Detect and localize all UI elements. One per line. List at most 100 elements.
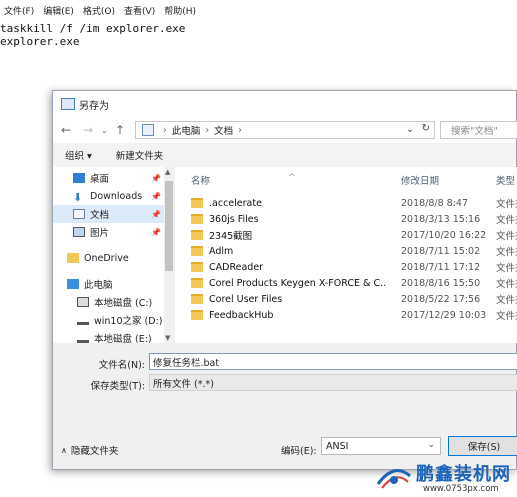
sidebar-item-downloads[interactable]: ⬇ Downloads bbox=[73, 187, 142, 205]
sidebar-item-pictures[interactable]: 图片 bbox=[73, 223, 109, 241]
sidebar-item-this-pc[interactable]: 此电脑 bbox=[67, 275, 113, 293]
file-type: 文件夹 bbox=[496, 215, 517, 226]
file-row[interactable]: .accelerate 2018/8/8 8:47 文件夹 bbox=[175, 195, 517, 211]
dialog-titlebar[interactable]: 另存为 bbox=[53, 91, 516, 117]
drive-icon bbox=[77, 297, 89, 307]
breadcrumb-this-pc[interactable]: 此电脑 bbox=[172, 123, 201, 137]
menu-help[interactable]: 帮助(H) bbox=[164, 4, 196, 17]
site-watermark: 鹏鑫装机网 www.0753px.com bbox=[368, 458, 517, 497]
save-button[interactable]: 保存(S) bbox=[448, 436, 517, 456]
filename-label: 文件名(N): bbox=[98, 360, 145, 371]
recent-locations-chevron-icon[interactable]: ⌄ bbox=[101, 126, 108, 135]
file-name: CADReader bbox=[209, 261, 264, 273]
menu-format[interactable]: 格式(O) bbox=[83, 4, 115, 17]
scrollbar-thumb[interactable] bbox=[165, 181, 173, 271]
file-type: 文件夹 bbox=[496, 231, 517, 242]
forward-arrow-icon[interactable]: → bbox=[83, 123, 93, 137]
encoding-label: 编码(E): bbox=[281, 446, 317, 457]
dialog-toolbar: 组织 ▾ 新建文件夹 bbox=[53, 143, 516, 168]
file-date: 2018/5/22 17:56 bbox=[401, 293, 481, 305]
computer-icon bbox=[67, 279, 79, 289]
file-date: 2017/12/29 10:03 bbox=[401, 309, 487, 321]
file-date: 2018/8/16 15:50 bbox=[401, 277, 481, 289]
sidebar-item-label: win10之家 (D:) bbox=[94, 316, 163, 327]
search-input[interactable]: 搜索"文档" bbox=[440, 121, 517, 139]
filetype-select[interactable]: 所有文件 (*.*) bbox=[149, 374, 517, 391]
pin-icon: 📌 bbox=[151, 210, 161, 219]
sidebar-item-label: 桌面 bbox=[90, 174, 110, 185]
sidebar-item-drive-d[interactable]: win10之家 (D:) bbox=[77, 311, 162, 329]
watermark-url: www.0753px.com bbox=[423, 484, 499, 494]
text-line: explorer.exe bbox=[0, 35, 80, 48]
folder-icon bbox=[191, 198, 203, 208]
pin-icon: 📌 bbox=[151, 228, 161, 237]
menu-file[interactable]: 文件(F) bbox=[4, 4, 34, 17]
encoding-select[interactable]: ANSI ⌄ bbox=[321, 437, 441, 455]
file-name: .accelerate bbox=[209, 197, 262, 209]
sort-ascending-icon: ^ bbox=[288, 173, 296, 183]
folder-icon bbox=[191, 214, 203, 224]
file-type: 文件夹 bbox=[496, 263, 517, 274]
chevron-right-icon: › bbox=[238, 124, 242, 136]
chevron-down-icon[interactable]: ⌄ bbox=[406, 124, 414, 135]
drive-icon bbox=[77, 315, 89, 325]
navigation-pane-scrollbar[interactable]: ▲ ▼ bbox=[164, 167, 174, 343]
refresh-icon[interactable]: ↻ bbox=[422, 123, 430, 134]
menu-edit[interactable]: 编辑(E) bbox=[43, 4, 74, 17]
folder-icon bbox=[191, 262, 203, 272]
file-row[interactable]: CADReader 2018/7/11 17:12 文件夹 bbox=[175, 259, 517, 275]
file-type: 文件夹 bbox=[496, 247, 517, 258]
notepad-menubar: 文件(F) 编辑(E) 格式(O) 查看(V) 帮助(H) bbox=[0, 0, 517, 20]
back-arrow-icon[interactable]: ← bbox=[61, 123, 71, 137]
sidebar-item-onedrive[interactable]: OneDrive bbox=[67, 249, 129, 267]
file-row[interactable]: Corel User Files 2018/5/22 17:56 文件夹 bbox=[175, 291, 517, 307]
file-name: Adlm bbox=[209, 245, 234, 257]
notepad-text-area[interactable]: taskkill /f /im explorer.exe explorer.exe bbox=[0, 22, 185, 48]
folder-icon bbox=[191, 246, 203, 256]
sidebar-item-label: 本地磁盘 (E:) bbox=[94, 334, 152, 343]
filename-input[interactable]: 修复任务栏.bat bbox=[149, 353, 517, 370]
organize-button[interactable]: 组织 ▾ bbox=[65, 148, 92, 162]
file-row[interactable]: Adlm 2018/7/11 15:02 文件夹 bbox=[175, 243, 517, 259]
hide-folders-button[interactable]: ∧ 隐藏文件夹 bbox=[61, 443, 118, 458]
breadcrumb-documents[interactable]: 文档 bbox=[214, 123, 233, 137]
download-arrow-icon: ⬇ bbox=[73, 191, 83, 204]
file-name: 360js Files bbox=[209, 213, 259, 225]
folder-icon bbox=[191, 278, 203, 288]
sidebar-item-label: OneDrive bbox=[84, 252, 129, 264]
scroll-up-icon[interactable]: ▲ bbox=[165, 168, 170, 176]
file-date: 2018/7/11 17:12 bbox=[401, 261, 481, 273]
file-name: Corel Products Keygen X-FORCE & C... bbox=[209, 277, 387, 289]
column-headers: ^ 名称 修改日期 类型 bbox=[175, 167, 517, 189]
scroll-down-icon[interactable]: ▼ bbox=[165, 334, 170, 342]
dialog-title: 另存为 bbox=[79, 100, 109, 112]
file-row[interactable]: 360js Files 2018/3/13 15:16 文件夹 bbox=[175, 211, 517, 227]
chevron-right-icon: › bbox=[163, 124, 167, 136]
navigation-pane: 桌面 📌 ⬇ Downloads 📌 文档 📌 图片 📌 OneDrive 此电… bbox=[53, 167, 174, 343]
desktop-icon bbox=[73, 173, 85, 183]
new-folder-button[interactable]: 新建文件夹 bbox=[116, 148, 164, 162]
file-type: 文件夹 bbox=[496, 311, 517, 322]
file-row[interactable]: Corel Products Keygen X-FORCE & C... 201… bbox=[175, 275, 517, 291]
pin-icon: 📌 bbox=[151, 192, 161, 201]
sidebar-item-documents[interactable]: 文档 bbox=[53, 205, 164, 223]
column-header-name[interactable]: 名称 bbox=[191, 173, 210, 187]
sidebar-item-drive-e[interactable]: 本地磁盘 (E:) bbox=[77, 329, 152, 343]
sidebar-item-drive-c[interactable]: 本地磁盘 (C:) bbox=[77, 293, 152, 311]
file-name: 2345截图 bbox=[209, 231, 253, 242]
column-header-date[interactable]: 修改日期 bbox=[401, 173, 439, 187]
file-type: 文件夹 bbox=[496, 279, 517, 290]
navigation-bar: ← → ⌄ ↑ › 此电脑 › 文档 › ⌄ ↻ 搜索"文档" bbox=[53, 117, 517, 143]
sidebar-item-desktop[interactable]: 桌面 bbox=[73, 169, 109, 187]
up-arrow-icon[interactable]: ↑ bbox=[115, 123, 125, 137]
file-date: 2017/10/20 16:22 bbox=[401, 229, 487, 241]
folder-icon bbox=[191, 310, 203, 320]
pin-icon: 📌 bbox=[151, 174, 161, 183]
file-row[interactable]: 2345截图 2017/10/20 16:22 文件夹 bbox=[175, 227, 517, 243]
column-header-type[interactable]: 类型 bbox=[496, 173, 515, 187]
sidebar-item-label: 本地磁盘 (C:) bbox=[94, 298, 153, 309]
filetype-label: 保存类型(T): bbox=[90, 381, 145, 392]
menu-view[interactable]: 查看(V) bbox=[124, 4, 155, 17]
file-row[interactable]: FeedbackHub 2017/12/29 10:03 文件夹 bbox=[175, 307, 517, 323]
address-bar[interactable]: › 此电脑 › 文档 › ⌄ ↻ bbox=[135, 121, 435, 139]
